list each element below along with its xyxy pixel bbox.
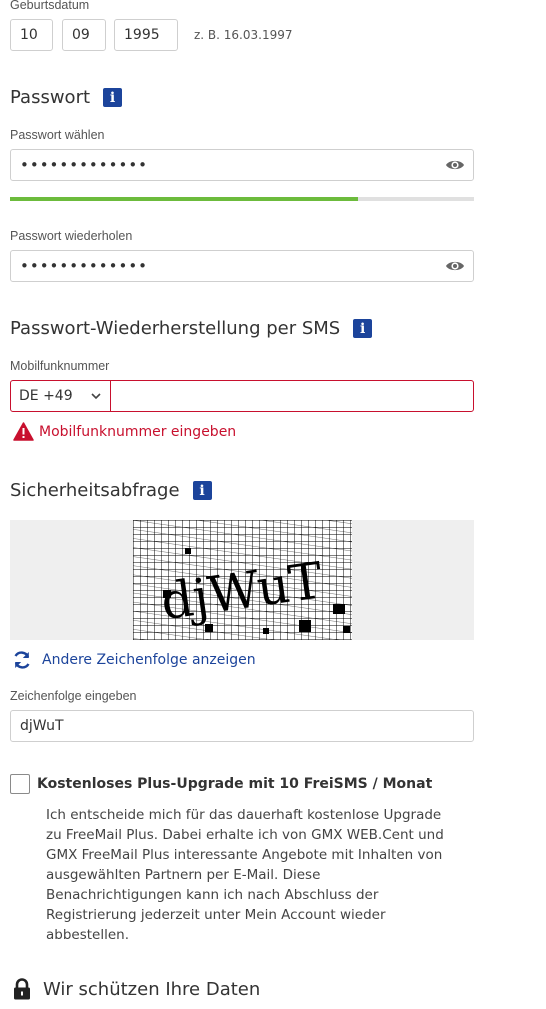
password-strength-fill [10,197,358,201]
birthdate-day-input[interactable]: 10 [10,19,53,51]
captcha-refresh-link[interactable]: Andere Zeichenfolge anzeigen [12,650,256,670]
birthdate-hint: z. B. 16.03.1997 [194,28,293,42]
captcha-graphic: djWuT [133,520,352,640]
captcha-input-label: Zeichenfolge eingeben [10,689,137,703]
birthdate-label: Geburtsdatum [10,0,90,12]
password-heading: Passwort i [10,87,123,108]
password-choose-field[interactable]: ••••••••••••• [10,149,474,181]
phone-error-text: Mobilfunknummer eingeben [39,423,237,440]
captcha-image: djWuT [133,520,352,640]
password-repeat-field[interactable]: ••••••••••••• [10,250,474,282]
password-choose-value: ••••••••••••• [20,156,149,174]
warning-icon [13,422,34,441]
country-code-value: DE +49 [19,388,73,404]
birthdate-month-input[interactable]: 09 [62,19,106,51]
captcha-heading-text: Sicherheitsabfrage [10,480,180,501]
sms-recovery-heading-text: Passwort-Wiederherstellung per SMS [10,318,341,339]
refresh-icon [14,651,30,669]
captcha-area: djWuT [10,520,474,640]
eye-icon[interactable] [445,259,465,273]
captcha-info-icon[interactable]: i [192,481,212,500]
password-repeat-value: ••••••••••••• [20,257,149,275]
upgrade-description: Ich entscheide mich für das dauerhaft ko… [46,805,476,945]
upgrade-description-line: Registrierung jederzeit unter Mein Accou… [46,907,386,923]
phone-number-input[interactable] [110,380,474,412]
password-repeat-label: Passwort wiederholen [10,229,133,243]
upgrade-description-line: ausgewählten Partnern per E-Mail. Diese [46,867,321,883]
password-heading-text: Passwort [10,87,91,108]
captcha-input[interactable]: djWuT [10,710,474,742]
privacy-heading: Wir schützen Ihre Daten [12,978,260,1000]
upgrade-description-line: Benachrichtigungen kann ich nach Abschlu… [46,887,379,903]
password-info-icon[interactable]: i [103,88,123,107]
upgrade-checkbox[interactable] [10,774,30,794]
upgrade-description-line: Ich entscheide mich für das dauerhaft ko… [46,807,442,823]
sms-recovery-heading: Passwort-Wiederherstellung per SMS i [10,318,373,339]
eye-icon[interactable] [445,158,465,172]
upgrade-description-line: GMX FreeMail Plus interessante Angebote … [46,847,443,863]
phone-error: Mobilfunknummer eingeben [13,422,236,441]
chevron-down-icon [91,393,101,400]
upgrade-description-line: zu FreeMail Plus. Dabei erhalte ich von … [46,827,444,843]
captcha-refresh-text: Andere Zeichenfolge anzeigen [42,652,256,668]
upgrade-description-line: abbestellen. [46,927,130,943]
phone-label: Mobilfunknummer [10,359,110,373]
password-choose-label: Passwort wählen [10,128,105,142]
sms-recovery-info-icon[interactable]: i [353,319,373,338]
upgrade-checkbox-label[interactable]: Kostenloses Plus-Upgrade mit 10 FreiSMS … [37,776,432,792]
password-strength-bar [10,197,474,201]
lock-icon [14,978,30,1000]
privacy-heading-text: Wir schützen Ihre Daten [43,978,261,1000]
country-code-select[interactable]: DE +49 [10,380,111,412]
captcha-heading: Sicherheitsabfrage i [10,480,212,501]
birthdate-year-input[interactable]: 1995 [114,19,178,51]
